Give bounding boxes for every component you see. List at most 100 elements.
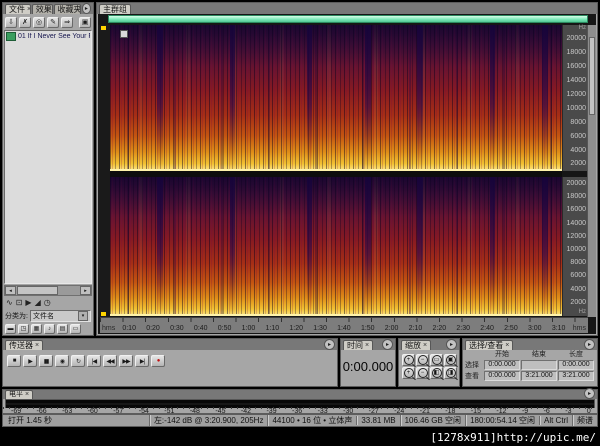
preview-clock-button[interactable]: ◷ (44, 299, 51, 307)
tab-favorites[interactable]: 收藏夹 (53, 4, 81, 14)
record-button[interactable]: ● (151, 355, 165, 367)
selection-start-field[interactable]: 0:00.000 (484, 360, 520, 370)
insert-multitrack-button[interactable]: ⇒ (61, 16, 73, 28)
tab-transport-label: 传送器 (9, 341, 33, 350)
import-cd-button[interactable]: ◎ (33, 16, 45, 28)
transport-icon: ▮▮ (43, 358, 50, 365)
frequency-ruler-right-channel[interactable]: 20000 18000 16000 14000 12000 10000 8000 6000 40… (562, 177, 588, 316)
status-bar: 打开 1.45 秒 左:-142 dB @ 3:20.900, 205Hz 441… (2, 414, 598, 427)
chevron-down-icon[interactable]: ▾ (78, 310, 88, 321)
file-item[interactable]: 01 If I Never See Your Fac (5, 31, 91, 42)
sort-row: 分类为: 文件名 ▾ (3, 309, 93, 322)
timeline-ruler[interactable]: hms 0:10 0:20 0:30 0:40 0:50 1:00 1:10 1:20 1:30… (100, 317, 588, 333)
selection-start-marker[interactable] (101, 26, 106, 30)
freq-tick-label: 18000 (566, 193, 586, 201)
zoom-out-vertical-button[interactable]: − (416, 367, 429, 379)
show-midi-files-button[interactable]: ♪ (44, 323, 55, 334)
view-length-field[interactable]: 3:21.000 (558, 371, 594, 381)
tab-main-group[interactable]: 主群组 (99, 4, 131, 14)
preview-icon: ◷ (43, 298, 51, 307)
file-list[interactable]: 01 If I Never See Your Fac (4, 30, 92, 284)
preview-volume-button[interactable]: ◢ (35, 299, 41, 307)
close-tab-icon[interactable]: × (25, 391, 29, 399)
zoom-full-button[interactable]: ▭ (430, 354, 443, 366)
fast-forward-button[interactable]: ▶▶ (119, 355, 133, 367)
tab-transport[interactable]: 传送器 × (5, 340, 44, 350)
show-video-files-button[interactable]: ▦ (31, 323, 42, 334)
tab-files[interactable]: 文件 × (5, 4, 31, 14)
frequency-ruler-left-channel[interactable]: Hz 20000 18000 16000 14000 12000 10000 8000 600… (562, 25, 588, 171)
transport-icon: ▶▶ (122, 358, 130, 365)
vertical-scrollbar[interactable] (587, 25, 596, 317)
horizontal-scrollbar[interactable]: ◂ ▸ (4, 285, 92, 296)
scrollbar-thumb[interactable] (17, 286, 58, 295)
view-end-field[interactable]: 3:21.000 (521, 371, 557, 381)
panel-menu-button[interactable]: ▸ (324, 339, 335, 350)
zoom-in-button[interactable]: + (402, 354, 415, 366)
levels-panel: 电平 × ▸ -69 -66 -63 -60 -57 -54 -51 -48 -45 -42 -39… (2, 388, 598, 415)
zoom-selection-right-button[interactable]: ◨ (444, 367, 457, 379)
selection-start-marker-bottom[interactable] (101, 312, 106, 316)
spectral-dark-band (417, 25, 423, 171)
loop-mode-button[interactable]: ∿ (6, 299, 13, 307)
sort-select[interactable]: 文件名 ▾ (29, 309, 91, 322)
play-from-cursor-button[interactable]: ◉ (55, 355, 69, 367)
import-file-button[interactable]: ⇩ (5, 16, 17, 28)
zoom-to-selection-button[interactable]: ▣ (444, 354, 457, 366)
freq-tick-label: 2000 (570, 160, 586, 168)
preview-play-button[interactable]: ▶ (25, 299, 31, 307)
panel-options-button[interactable]: ▣ (79, 16, 91, 28)
toolbar-icon: ⇒ (64, 19, 70, 26)
vertical-scrollbar-thumb[interactable] (589, 36, 595, 115)
zoom-out-button[interactable]: − (416, 354, 429, 366)
tab-zoom[interactable]: 缩放 × (401, 340, 432, 350)
selection-handle-box[interactable] (120, 30, 128, 38)
show-audio-files-button[interactable]: ▬ (5, 323, 16, 334)
panel-menu-button[interactable]: ▸ (584, 388, 595, 399)
close-tab-icon[interactable]: × (27, 5, 30, 14)
panel-menu-button[interactable]: ▸ (446, 339, 457, 350)
go-to-beginning-button[interactable]: |◀ (87, 355, 101, 367)
auto-play-button[interactable]: ⊡ (16, 299, 23, 307)
show-loop-files-button[interactable]: ◳ (18, 323, 29, 334)
panel-menu-button[interactable]: ▸ (382, 339, 393, 350)
time-display: 0:00.000 (342, 359, 394, 374)
show-full-path-button[interactable]: ▭ (70, 323, 81, 334)
panel-menu-button[interactable]: ▸ (584, 339, 595, 350)
close-tab-icon[interactable]: × (505, 341, 509, 350)
selection-end-field[interactable] (521, 360, 557, 370)
view-start-field[interactable]: 0:00.000 (484, 371, 520, 381)
close-tab-icon[interactable]: × (365, 341, 369, 350)
selection-length-field[interactable]: 0:00.000 (558, 360, 594, 370)
edit-file-button[interactable]: ✎ (47, 16, 59, 28)
tab-time[interactable]: 时间 × (343, 340, 374, 350)
zoom-selection-left-button[interactable]: ◧ (430, 367, 443, 379)
show-session-files-button[interactable]: ▤ (57, 323, 68, 334)
rewind-button[interactable]: ◀◀ (103, 355, 117, 367)
spectrogram-left-channel[interactable] (110, 25, 562, 171)
stop-button[interactable]: ■ (7, 355, 21, 367)
spectral-dark-band (489, 25, 496, 171)
go-to-end-button[interactable]: ▶| (135, 355, 149, 367)
col-header-length: 长度 (569, 351, 583, 358)
close-tab-icon[interactable]: × (423, 341, 427, 350)
scroll-right-icon[interactable]: ▸ (80, 286, 91, 295)
zoom-in-vertical-button[interactable]: + (402, 367, 415, 379)
scroll-left-icon[interactable]: ◂ (5, 286, 16, 295)
close-tab-icon[interactable]: × (35, 341, 39, 350)
loop-play-button[interactable]: ↻ (71, 355, 85, 367)
spectrogram-right-channel[interactable] (110, 177, 562, 316)
panel-menu-button[interactable]: ▸ (81, 3, 92, 14)
tab-levels[interactable]: 电平 × (5, 390, 34, 399)
tab-effects[interactable]: 效果 (31, 4, 53, 14)
col-header-start: 开始 (495, 351, 509, 358)
tab-files-label: 文件 (9, 5, 25, 14)
status-segments: 左:-142 dB @ 3:20.900, 205Hz 44100 • 16 位 … (148, 415, 597, 426)
close-file-button[interactable]: ✗ (19, 16, 31, 28)
play-button[interactable]: ▶ (23, 355, 37, 367)
tab-selection-view[interactable]: 选择/查看 × (465, 340, 514, 350)
freq-tick-label: 10000 (566, 246, 586, 254)
overview-navigation-bar[interactable] (108, 15, 588, 23)
pause-button[interactable]: ▮▮ (39, 355, 53, 367)
magnifier-icon: + (403, 355, 414, 365)
